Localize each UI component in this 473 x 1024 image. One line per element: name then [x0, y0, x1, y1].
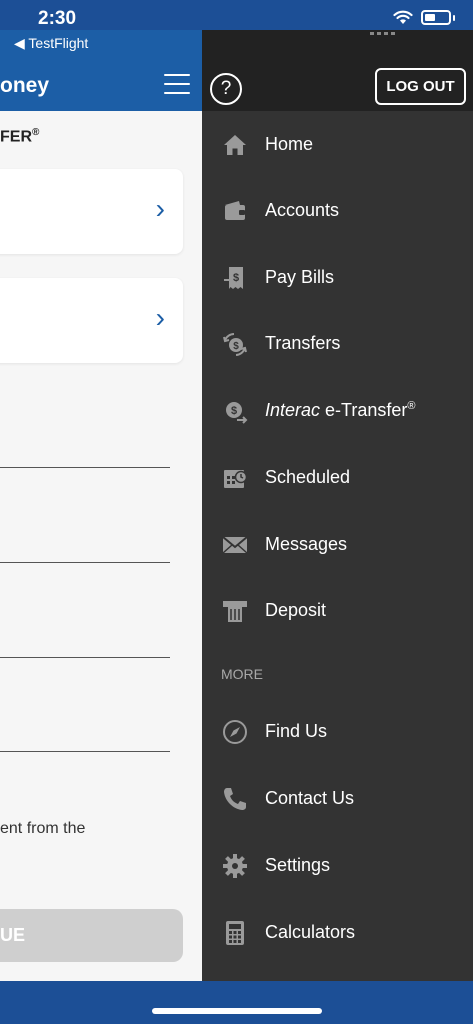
menu-item-label: Home [265, 133, 314, 154]
logout-button[interactable]: LOG OUT [375, 68, 466, 105]
menu-item-accounts[interactable]: Accounts [202, 177, 473, 243]
compass-icon [223, 720, 247, 744]
menu-item-home[interactable]: Home [202, 111, 473, 177]
menu-item-label: Pay Bills [265, 266, 335, 287]
chevron-right-icon: › [155, 193, 165, 224]
etransfer-icon: $ [226, 402, 248, 424]
battery-icon [421, 10, 451, 25]
section-title: FER® [0, 127, 40, 146]
app-header: ◀ TestFlight oney [0, 30, 202, 111]
wallet-icon [225, 201, 245, 220]
input-field-2[interactable] [0, 562, 170, 563]
menu-item-label: Scheduled [265, 466, 351, 487]
transfer-icon: $ [223, 333, 247, 356]
menu-item-label: Messages [265, 533, 348, 554]
svg-text:$: $ [233, 272, 239, 284]
status-bar: 2:30 [0, 0, 473, 30]
menu-item-label: Calculators [265, 921, 356, 942]
home-icon [224, 135, 246, 155]
multitask-dots [370, 32, 395, 35]
envelope-icon [222, 536, 248, 554]
navigation-drawer: ? LOG OUT Home Accounts $ Pay Bills $ Tr… [202, 30, 473, 981]
svg-text:$: $ [233, 341, 239, 352]
menu-item-messages[interactable]: Messages [202, 511, 473, 577]
menu-item-contact-us[interactable]: Contact Us [202, 765, 473, 831]
wifi-icon [393, 10, 413, 24]
home-indicator[interactable] [152, 1008, 322, 1014]
drawer-header: ? LOG OUT [202, 30, 473, 111]
bill-icon: $ [224, 267, 243, 289]
menu-item-label: Settings [265, 854, 331, 875]
input-field-4[interactable] [0, 751, 170, 752]
menu-item-label: Find Us [265, 720, 328, 741]
input-field-3[interactable] [0, 657, 170, 658]
info-note: ent from the [0, 820, 86, 837]
menu-item-scheduled[interactable]: Scheduled [202, 444, 473, 510]
input-field-1[interactable] [0, 467, 170, 468]
menu-item-settings[interactable]: Settings [202, 832, 473, 898]
continue-button[interactable]: UE [0, 909, 183, 962]
deposit-icon [223, 601, 247, 622]
help-icon[interactable]: ? [210, 73, 242, 105]
from-account-card[interactable]: › [0, 169, 183, 254]
menu-item-label: Transfers [265, 332, 341, 353]
continue-button-label: UE [0, 925, 26, 945]
menu-item-label: Deposit [265, 599, 327, 620]
page-title: oney [0, 74, 50, 97]
app-body: FER® › › ent from the UE [0, 111, 202, 981]
phone-icon [224, 788, 246, 810]
chevron-right-icon: › [155, 302, 165, 333]
svg-text:$: $ [231, 405, 237, 417]
menu-item-transfers[interactable]: $ Transfers [202, 310, 473, 376]
hamburger-menu-icon[interactable] [164, 74, 190, 94]
back-to-testflight-link[interactable]: ◀ TestFlight [14, 35, 88, 52]
menu-item-label: Contact Us [265, 787, 355, 808]
menu-item-label: Interac e-Transfer® [265, 399, 416, 420]
more-section-label: MORE [221, 666, 263, 682]
to-account-card[interactable]: › [0, 278, 183, 363]
menu-item-calculators[interactable]: Calculators [202, 899, 473, 965]
gear-icon [223, 854, 247, 878]
calendar-icon [224, 470, 248, 488]
menu-item-pay-bills[interactable]: $ Pay Bills [202, 244, 473, 310]
menu-item-label: Accounts [265, 199, 340, 220]
status-time: 2:30 [38, 8, 77, 29]
status-icons [393, 10, 455, 25]
calculator-icon [226, 921, 244, 945]
menu-item-find-us[interactable]: Find Us [202, 698, 473, 764]
bottom-bar [0, 981, 473, 1024]
menu-item-deposit[interactable]: Deposit [202, 577, 473, 643]
menu-item-interac-etransfer[interactable]: $ Interac e-Transfer® [202, 377, 473, 443]
